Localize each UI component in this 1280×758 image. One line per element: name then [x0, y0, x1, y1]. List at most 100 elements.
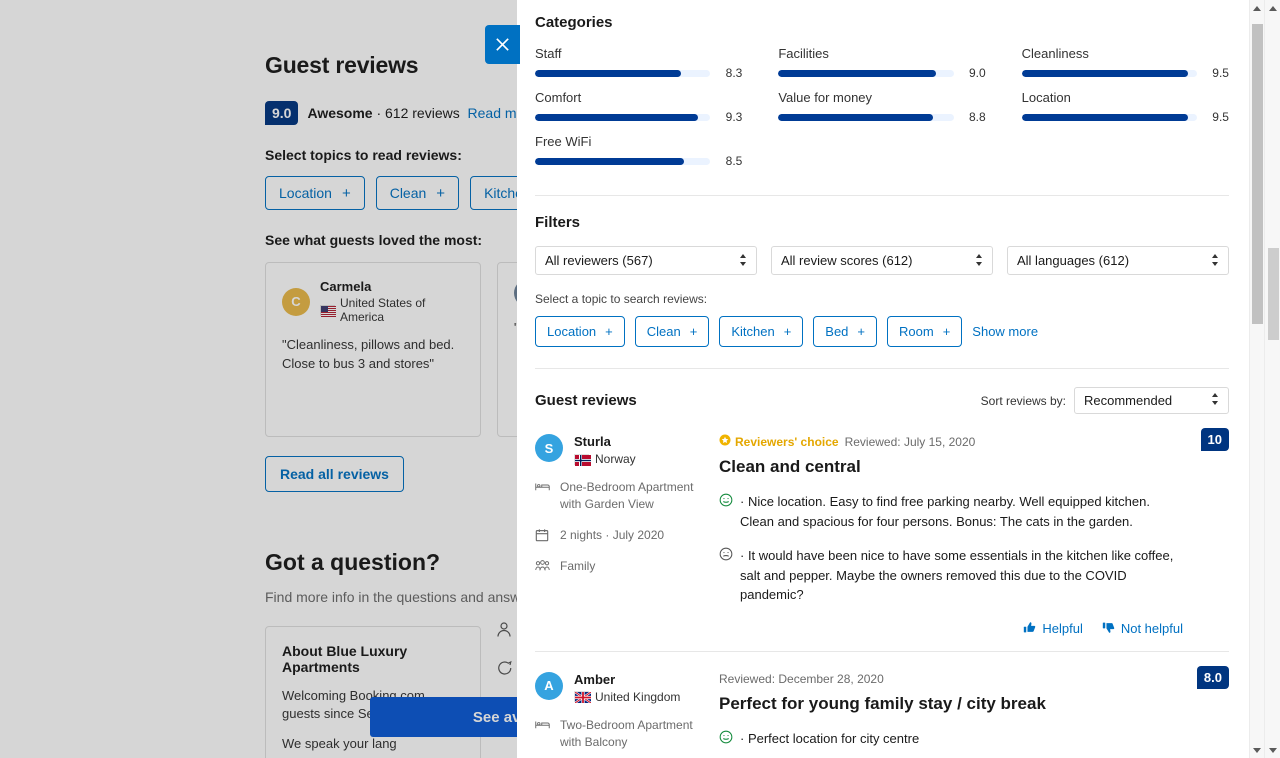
category-label: Staff: [535, 46, 742, 61]
category-bar-row: 9.3: [535, 110, 742, 124]
reviewer-country: United Kingdom: [574, 690, 680, 704]
modal-scrollbar[interactable]: [1249, 0, 1264, 758]
topic-chip-label: Bed: [825, 324, 848, 339]
divider: [535, 195, 1229, 196]
reviewers-choice-badge: Reviewers' choice: [719, 434, 839, 449]
topic-chip-kitchen[interactable]: Kitchen +: [719, 316, 803, 347]
category-bar-row: 8.3: [535, 66, 742, 80]
topic-chip-bed[interactable]: Bed +: [813, 316, 877, 347]
review-group-meta: Family: [535, 558, 715, 575]
country-label: United Kingdom: [595, 690, 680, 704]
category-bar-track: [535, 114, 710, 121]
modal-scrollbar-thumb[interactable]: [1252, 24, 1263, 324]
select-all-languages[interactable]: All languages (612): [1007, 246, 1229, 275]
show-more-topics-link[interactable]: Show more: [972, 324, 1038, 339]
category-bar-fill: [778, 70, 936, 77]
topic-chip-clean[interactable]: Clean +: [635, 316, 710, 347]
chevron-updown-icon: [1211, 254, 1219, 268]
review-score-badge: 10: [1201, 428, 1229, 451]
review-author-column: A Amber United Kingdom: [535, 672, 715, 758]
scroll-up-arrow[interactable]: [1250, 0, 1264, 16]
plus-icon: +: [784, 324, 792, 339]
plus-icon: +: [690, 324, 698, 339]
category-value: 8.8: [964, 110, 986, 124]
topic-chip-label: Room: [899, 324, 934, 339]
topic-chip-location[interactable]: Location +: [535, 316, 625, 347]
category-label: Value for money: [778, 90, 985, 105]
not-helpful-button[interactable]: Not helpful: [1102, 621, 1183, 637]
review-author-column: S Sturla Norway: [535, 434, 715, 637]
modal-content: Categories Staff 8.3 Facilities 9.0: [517, 0, 1247, 758]
page-scrollbar[interactable]: [1264, 0, 1280, 758]
stay-length: 2 nights · July 2020: [560, 527, 664, 544]
review-room-meta: Two-Bedroom Apartment with Balcony: [535, 717, 715, 752]
category-item-value-for-money: Value for money 8.8: [778, 90, 985, 124]
plus-icon: +: [943, 324, 951, 339]
category-item-cleanliness: Cleanliness 9.5: [1022, 46, 1229, 80]
select-all-reviewers[interactable]: All reviewers (567): [535, 246, 757, 275]
category-bar-track: [535, 70, 710, 77]
room-type: One-Bedroom Apartment with Garden View: [560, 479, 715, 514]
category-item-staff: Staff 8.3: [535, 46, 742, 80]
reviews-title: Guest reviews: [535, 392, 637, 409]
review-date: Reviewed: July 15, 2020: [845, 435, 976, 449]
select-value: All reviewers (567): [545, 253, 653, 268]
modal-topic-chips: Location + Clean + Kitchen + Bed + Room: [535, 316, 1229, 347]
review-item: A Amber United Kingdom: [535, 652, 1229, 758]
close-modal-button[interactable]: [485, 25, 520, 64]
positive-text: · Perfect location for city centre: [740, 729, 919, 750]
review-item: S Sturla Norway: [535, 414, 1229, 652]
reviewers-choice-label: Reviewers' choice: [735, 435, 839, 449]
review-topline: Reviewers' choice Reviewed: July 15, 202…: [719, 434, 1183, 449]
divider: [535, 368, 1229, 369]
review-body-column: Reviewers' choice Reviewed: July 15, 202…: [715, 434, 1229, 637]
not-helpful-label: Not helpful: [1121, 621, 1183, 636]
categories-title: Categories: [535, 14, 1229, 31]
calendar-icon: [535, 528, 550, 545]
thumbs-down-icon: [1102, 621, 1115, 637]
category-bar-fill: [535, 70, 681, 77]
category-value: 9.5: [1207, 110, 1229, 124]
review-positive: · Perfect location for city centre: [719, 729, 1183, 750]
scroll-down-arrow[interactable]: [1250, 742, 1264, 758]
helpful-label: Helpful: [1042, 621, 1082, 636]
helpful-button[interactable]: Helpful: [1023, 621, 1082, 637]
traveler-type: Family: [560, 558, 595, 575]
category-bar-row: 8.5: [535, 154, 742, 168]
category-bar-track: [778, 114, 953, 121]
category-item-free-wifi: Free WiFi 8.5: [535, 134, 742, 168]
category-item-comfort: Comfort 9.3: [535, 90, 742, 124]
select-topic-label: Select a topic to search reviews:: [535, 292, 1229, 306]
review-stay-meta: 2 nights · July 2020: [535, 527, 715, 545]
guest-reviews-modal: Categories Staff 8.3 Facilities 9.0: [517, 0, 1263, 758]
page-scrollbar-thumb[interactable]: [1268, 248, 1279, 340]
category-bar-track: [778, 70, 953, 77]
scroll-up-arrow[interactable]: [1265, 0, 1280, 16]
bed-icon: [535, 718, 550, 734]
plus-icon: +: [857, 324, 865, 339]
sort-select[interactable]: Recommended: [1074, 387, 1229, 414]
review-date: Reviewed: December 28, 2020: [719, 672, 884, 686]
country-label: Norway: [595, 452, 636, 466]
topic-chip-label: Kitchen: [731, 324, 774, 339]
category-bar-fill: [778, 114, 932, 121]
review-positive: · Nice location. Easy to find free parki…: [719, 492, 1183, 531]
select-value: All review scores (612): [781, 253, 913, 268]
category-item-facilities: Facilities 9.0: [778, 46, 985, 80]
review-score-badge: 8.0: [1197, 666, 1229, 689]
category-bar-fill: [535, 158, 684, 165]
scroll-down-arrow[interactable]: [1265, 742, 1280, 758]
review-title: Perfect for young family stay / city bre…: [719, 693, 1183, 714]
chevron-updown-icon: [1211, 393, 1219, 408]
review-body-column: Reviewed: December 28, 2020 Perfect for …: [715, 672, 1229, 758]
select-all-review-scores[interactable]: All review scores (612): [771, 246, 993, 275]
screen: Guest reviews 9.0 Awesome · 612 reviews …: [0, 0, 1280, 758]
review-room-meta: One-Bedroom Apartment with Garden View: [535, 479, 715, 514]
star-icon: [719, 434, 731, 449]
reviews-header: Guest reviews Sort reviews by: Recommend…: [535, 387, 1229, 414]
chevron-updown-icon: [739, 254, 747, 268]
topic-chip-room[interactable]: Room +: [887, 316, 962, 347]
review-topline: Reviewed: December 28, 2020: [719, 672, 1183, 686]
negative-text: · It would have been nice to have some e…: [740, 546, 1183, 605]
category-bar-fill: [1022, 70, 1189, 77]
